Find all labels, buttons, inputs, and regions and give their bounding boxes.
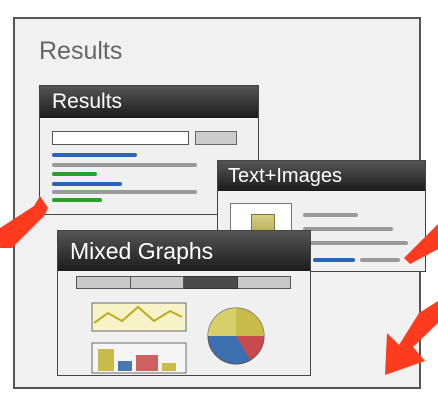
text-line-bar (303, 227, 393, 231)
text-images-window-title: Text+Images (228, 165, 342, 187)
result-text-bar (52, 190, 197, 194)
results-window-title: Results (52, 90, 123, 113)
graph-tab[interactable] (130, 276, 184, 289)
search-button-placeholder (195, 131, 237, 145)
text-line-bar (360, 258, 400, 262)
text-line-bar (303, 241, 408, 245)
graph-tab[interactable] (76, 276, 131, 289)
bar-chart-bar (118, 361, 132, 371)
bar-chart-bar (136, 355, 158, 371)
arrow-bottom-right-icon (385, 301, 438, 375)
text-images-window-title-bar: Text+Images (218, 161, 425, 191)
graph-tab-strip (76, 276, 291, 289)
text-line-bar (303, 213, 358, 217)
arrow-right-icon (404, 224, 438, 264)
panel-title: Results (39, 37, 123, 65)
graph-tab[interactable] (237, 276, 291, 289)
arrow-left-icon (0, 196, 48, 248)
mixed-graphs-window-title-bar: Mixed Graphs (58, 231, 310, 271)
mixed-graphs-window-title: Mixed Graphs (70, 238, 214, 264)
pie-chart-icon (207, 307, 265, 365)
result-link-bar (52, 153, 137, 157)
graphs-canvas (91, 302, 265, 374)
results-window-title-bar: Results (40, 86, 258, 118)
text-link-bar (313, 258, 355, 262)
mixed-graphs-window[interactable]: Mixed Graphs (57, 230, 311, 376)
result-url-bar (52, 172, 97, 176)
graph-tab-active[interactable] (184, 276, 238, 289)
result-url-bar (52, 198, 102, 202)
result-link-bar (52, 182, 122, 186)
search-field-placeholder (52, 131, 189, 145)
bar-chart-bar (162, 363, 176, 371)
bar-chart-bar (98, 349, 114, 371)
result-text-bar (52, 163, 197, 167)
